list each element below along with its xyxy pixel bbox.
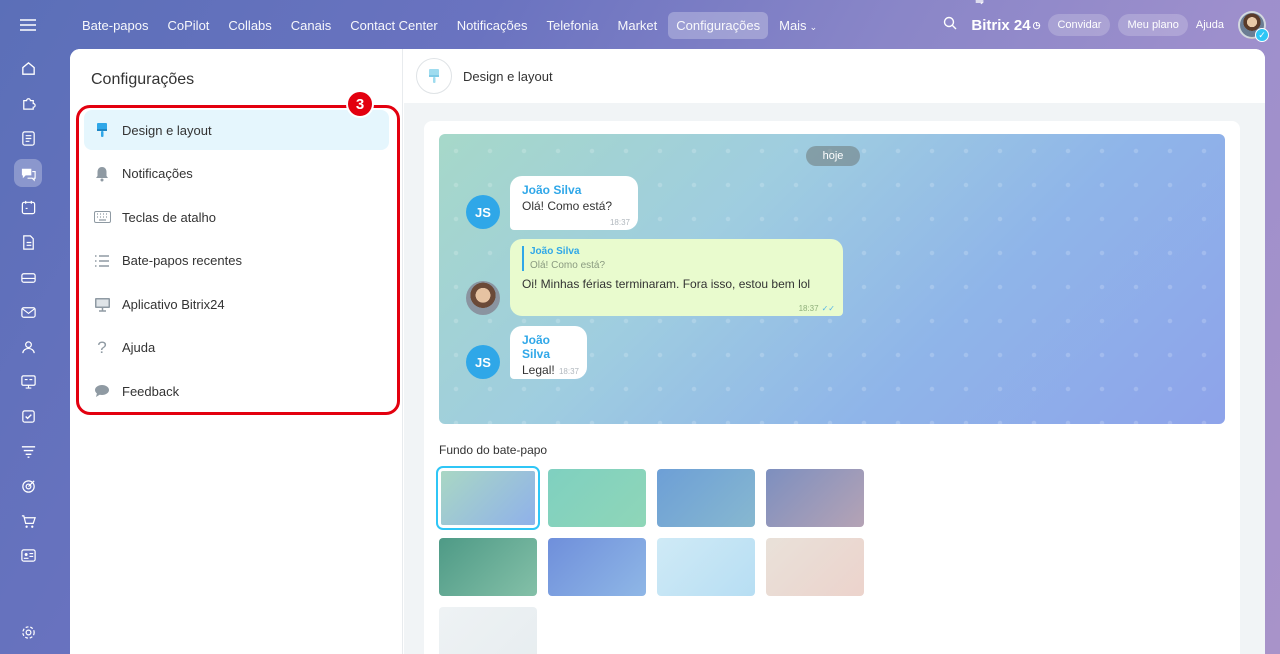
background-label: Fundo do bate-papo (439, 443, 548, 457)
nav-contact-center[interactable]: Contact Center (342, 12, 445, 39)
help-link[interactable]: Ajuda (1196, 19, 1224, 31)
nav-mais[interactable]: Mais ⌄ (771, 12, 825, 39)
cart-icon[interactable] (14, 507, 42, 535)
design-card: hoje JS João Silva Olá! Como está? 18:37… (424, 121, 1240, 654)
gear-icon[interactable] (14, 619, 42, 647)
settings-title: Configurações (91, 71, 195, 88)
nav-telefonia[interactable]: Telefonia (539, 12, 607, 39)
background-swatch[interactable] (439, 538, 537, 596)
nav-copilot[interactable]: CoPilot (160, 12, 218, 39)
step-badge: 3 (346, 90, 374, 118)
avatar (466, 281, 500, 315)
top-right-area: Bitrix 24 ◷ ⇋ Convidar Meu plano Ajuda ✓ (943, 0, 1269, 50)
chat-icon[interactable] (14, 159, 42, 188)
settings-panel: Configurações Design e layout Notificaçõ… (70, 49, 1265, 654)
drive-icon[interactable] (14, 264, 42, 292)
left-rail (0, 0, 56, 654)
settings-content: Design e layout hoje JS João Silva Olá! … (404, 49, 1265, 654)
feed-icon[interactable] (14, 124, 42, 152)
background-swatch[interactable] (657, 538, 755, 596)
message-author: João Silva (522, 333, 551, 361)
mail-icon[interactable] (14, 298, 42, 326)
background-swatch[interactable] (657, 469, 755, 527)
puzzle-icon[interactable] (14, 90, 42, 118)
nav-notificacoes[interactable]: Notificações (449, 12, 536, 39)
groups-icon[interactable] (14, 333, 42, 361)
quote-author: João Silva (530, 246, 580, 257)
nav-market[interactable]: Market (610, 12, 666, 39)
search-icon[interactable] (943, 16, 957, 35)
calendar-icon[interactable] (14, 194, 42, 222)
top-navigation: Bate-papos CoPilot Collabs Canais Contac… (56, 0, 1280, 50)
contact-card-icon[interactable] (14, 542, 42, 570)
brush-icon (416, 58, 452, 94)
nav-mais-label: Mais (779, 17, 807, 33)
message-bubble: João Silva Olá! Como está? 18:37 (510, 176, 638, 230)
message-text: Olá! Como está? (522, 199, 613, 213)
target-icon[interactable] (14, 472, 42, 500)
message-author: João Silva (522, 183, 582, 197)
brand-logo: Bitrix 24 ◷ ⇋ (971, 0, 1040, 34)
content-header: Design e layout (404, 49, 1265, 103)
quoted-message: João Silva Olá! Como está? (522, 246, 831, 271)
read-checkmark-icon: ✓✓ (821, 304, 835, 313)
nav-canais[interactable]: Canais (283, 12, 339, 39)
message-text: Oi! Minhas férias terminaram. Fora isso,… (522, 277, 811, 291)
background-swatch[interactable] (766, 469, 864, 527)
nav-configuracoes[interactable]: Configurações (668, 11, 769, 39)
avatar: JS (466, 195, 500, 229)
background-swatch[interactable] (436, 466, 540, 530)
background-swatch[interactable] (548, 538, 646, 596)
message-time-area: 18:37 ✓✓ (799, 304, 835, 313)
top-nav-items: Bate-papos CoPilot Collabs Canais Contac… (74, 11, 828, 39)
quote-text: Olá! Como está? (530, 260, 606, 271)
nav-bate-papos[interactable]: Bate-papos (74, 12, 157, 39)
checkmark-icon: ✓ (1255, 28, 1269, 42)
plan-button[interactable]: Meu plano (1118, 14, 1188, 36)
message-bubble-reply: João Silva Olá! Como está? Oi! Minhas fé… (510, 239, 843, 316)
filter-icon[interactable] (14, 438, 42, 466)
board-icon[interactable] (14, 368, 42, 396)
background-swatch[interactable] (548, 469, 646, 527)
page-title: Design e layout (463, 68, 553, 84)
highlight-frame (76, 105, 400, 415)
chevron-down-icon: ⌄ (809, 21, 818, 32)
switch-icon[interactable]: ⇋ (975, 0, 1073, 54)
message-bubble: João Silva Legal! 18:37 (510, 326, 587, 379)
message-time: 18:37 (798, 304, 819, 313)
message-time: 18:37 (609, 218, 630, 227)
background-swatch[interactable] (439, 607, 537, 654)
avatar: JS (466, 345, 500, 379)
document-icon[interactable] (14, 229, 42, 257)
message-time: 18:37 (558, 367, 579, 376)
nav-collabs[interactable]: Collabs (220, 12, 279, 39)
hamburger-menu-icon[interactable] (17, 14, 39, 36)
background-swatch[interactable] (766, 538, 864, 596)
date-divider: hoje (806, 146, 860, 166)
home-icon[interactable] (14, 55, 42, 83)
settings-sidebar: Configurações Design e layout Notificaçõ… (70, 49, 403, 654)
user-avatar[interactable]: ✓ (1238, 11, 1269, 42)
chat-preview: hoje JS João Silva Olá! Como está? 18:37… (439, 134, 1225, 424)
tasks-icon[interactable] (14, 403, 42, 431)
